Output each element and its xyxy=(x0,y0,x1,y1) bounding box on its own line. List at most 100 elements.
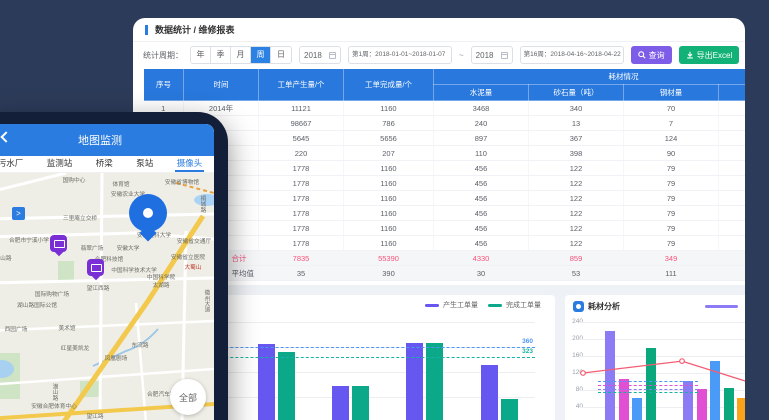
period-segmented-control: 年季月周日 xyxy=(190,46,292,64)
bar xyxy=(481,365,498,420)
table-cell: 129 xyxy=(719,131,746,146)
period-option[interactable]: 季 xyxy=(211,47,231,63)
table-cell: 33 xyxy=(719,251,746,266)
table-cell: 122 xyxy=(529,176,624,191)
legend-item: 产生工单量 xyxy=(425,300,478,310)
total-row: 合计783555390433085934933 xyxy=(144,251,746,266)
show-all-button[interactable]: 全部 xyxy=(170,379,206,415)
map-poi-label: 潜山路 xyxy=(50,383,59,400)
table-cell: 7835 xyxy=(259,251,344,266)
map-poi-label: 安徽大学 xyxy=(117,243,140,252)
table-cell: 5656 xyxy=(344,131,434,146)
camera-pin[interactable] xyxy=(50,235,67,252)
table-row: 7177811604561227967 xyxy=(144,191,746,206)
table-cell: 5645 xyxy=(259,131,344,146)
end-week-input[interactable]: 第16周：2018-04-16~2018-04-22 xyxy=(520,46,624,64)
end-year-select[interactable]: 2018 xyxy=(471,46,513,64)
map-poi-label: 安徽省立医院 xyxy=(171,252,205,261)
period-option[interactable]: 日 xyxy=(271,47,291,63)
table-cell: 53 xyxy=(529,266,624,281)
app-tab-监测站[interactable]: 监测站 xyxy=(47,156,73,172)
table-cell: 13 xyxy=(529,116,624,131)
table-cell: 859 xyxy=(529,251,624,266)
map-view[interactable]: 国购中心体育馆安徽农业大学安徽省博物馆桐城路三里庵立交桥安徽医科大学安徽省交通厅… xyxy=(0,173,214,420)
map-poi-label: 徽州大道 xyxy=(202,290,211,313)
legend-dash-icon xyxy=(488,304,502,307)
map-poi-label: 合肥市宁溪小学 xyxy=(9,235,49,244)
period-option[interactable]: 月 xyxy=(231,47,251,63)
table-cell: 79 xyxy=(624,191,719,206)
sub-column-header: 钢材量 xyxy=(624,85,719,101)
map-poi-label: 安徽省博物馆 xyxy=(165,177,199,186)
table-cell: 19 xyxy=(719,146,746,161)
breadcrumb: 数据统计 / 维修报表 xyxy=(155,25,235,35)
legend-dash-icon xyxy=(425,304,439,307)
app-tab-泵站[interactable]: 泵站 xyxy=(136,156,153,172)
calendar-icon xyxy=(501,52,508,59)
table-cell: 1778 xyxy=(259,191,344,206)
start-year-select[interactable]: 2018 xyxy=(299,46,341,64)
app-tab-bar: 污水厂 监测站 桥梁 泵站 摄像头 xyxy=(0,156,214,173)
table-cell: 456 xyxy=(434,236,529,251)
table-header: 序号时间工单产生量/个工单完成量/个耗材情况水泥量砂石量（吨）钢材量人工量 xyxy=(144,69,746,101)
column-header: 工单产生量/个 xyxy=(259,69,344,101)
table-cell: 11121 xyxy=(259,101,344,116)
table-cell: 1778 xyxy=(259,221,344,236)
table-cell: 1778 xyxy=(259,236,344,251)
map-poi-label: 翡翠广场 xyxy=(81,243,104,252)
export-excel-button[interactable]: 导出Excel xyxy=(679,46,740,64)
table-cell: 79 xyxy=(624,161,719,176)
reference-label: 360 xyxy=(522,338,533,345)
range-separator: ~ xyxy=(459,51,464,60)
table-row: 8177811604561227967 xyxy=(144,206,746,221)
map-poi-label: 红星美凯龙 xyxy=(61,343,90,352)
table-cell: 240 xyxy=(434,116,529,131)
start-week-input[interactable]: 第1周：2018-01-01~2018-01-07 xyxy=(348,46,452,64)
query-button[interactable]: 查询 xyxy=(631,46,672,64)
period-option[interactable]: 周 xyxy=(251,47,271,63)
map-poi-label: 美术馆 xyxy=(58,323,75,332)
table-cell: 340 xyxy=(529,101,624,116)
map-poi-label: 凤凰剧场 xyxy=(105,353,128,362)
legend-item: 完成工单量 xyxy=(488,300,541,310)
table-cell: 14 xyxy=(719,266,746,281)
table-row: 5177811604561227967 xyxy=(144,161,746,176)
table-cell: 207 xyxy=(344,146,434,161)
map-poi-label: 桐城路 xyxy=(198,195,207,212)
map-poi-label: 太湖路 xyxy=(152,280,169,289)
filter-bar: 统计周期： 年季月周日 2018 第1周：2018-01-01~2018-01-… xyxy=(133,42,745,68)
period-option[interactable]: 年 xyxy=(191,47,211,63)
table-cell: 1160 xyxy=(344,191,434,206)
app-tab-污水厂[interactable]: 污水厂 xyxy=(0,156,23,172)
bar xyxy=(501,399,518,420)
table-cell: 390 xyxy=(344,266,434,281)
app-tab-桥梁[interactable]: 桥梁 xyxy=(96,156,113,172)
selected-location-pin[interactable] xyxy=(129,194,167,232)
bar xyxy=(258,344,275,420)
table-cell: 1778 xyxy=(259,161,344,176)
map-poi-label: 安徽省交通厅 xyxy=(177,236,211,245)
map-poi-label: 望江路 xyxy=(86,411,103,420)
chart-legend: 产生工单量完成工单量 xyxy=(425,300,541,310)
table-cell: 67 xyxy=(719,221,746,236)
map-poi-label: 大蜀山 xyxy=(184,262,201,271)
table-cell: 67 xyxy=(719,191,746,206)
back-chevron-icon[interactable] xyxy=(0,131,11,142)
table-cell: 70 xyxy=(624,101,719,116)
sub-column-header: 水泥量 xyxy=(434,85,529,101)
camera-pin[interactable] xyxy=(87,259,104,276)
map-poi-label: 体育馆 xyxy=(112,179,129,188)
expand-panel-button[interactable]: > xyxy=(12,207,25,220)
table-cell: 456 xyxy=(434,161,529,176)
table-body: 12014年1112111603468340702502986677862401… xyxy=(144,101,746,281)
bar xyxy=(426,343,443,420)
app-tab-摄像头[interactable]: 摄像头 xyxy=(177,156,203,172)
table-cell: 67 xyxy=(719,206,746,221)
bar xyxy=(278,352,295,420)
table-cell: 122 xyxy=(529,191,624,206)
table-cell: 79 xyxy=(624,221,719,236)
table-row: 42202071103989019 xyxy=(144,146,746,161)
table-cell: 456 xyxy=(434,191,529,206)
table-cell: 349 xyxy=(624,251,719,266)
table-cell: 1160 xyxy=(344,206,434,221)
